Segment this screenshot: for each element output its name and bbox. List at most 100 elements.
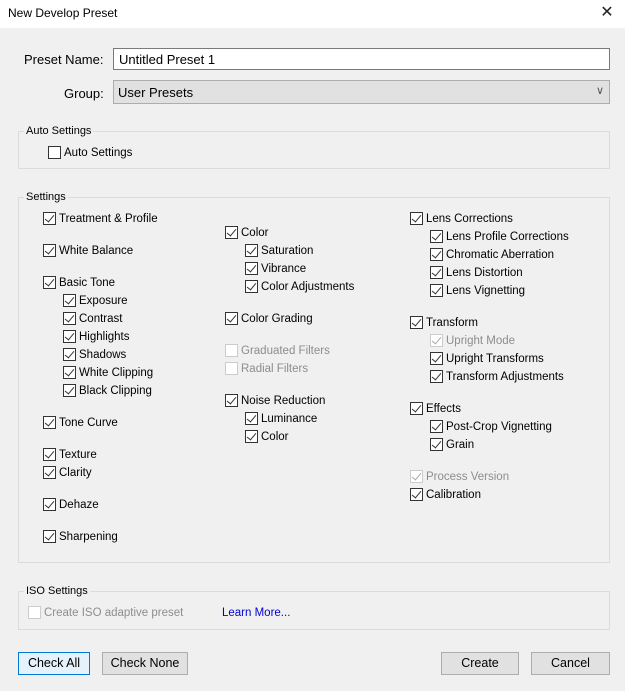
checkbox-box[interactable] bbox=[43, 530, 56, 543]
checkbox-upright-mode[interactable]: Upright Mode bbox=[430, 334, 515, 347]
checkbox-box[interactable] bbox=[63, 384, 76, 397]
checkbox-dehaze[interactable]: Dehaze bbox=[43, 498, 99, 511]
checkbox-shadows[interactable]: Shadows bbox=[63, 348, 126, 361]
checkbox-effects[interactable]: Effects bbox=[410, 402, 461, 415]
checkbox-box[interactable] bbox=[225, 344, 238, 357]
checkbox-box[interactable] bbox=[225, 394, 238, 407]
checkbox-box[interactable] bbox=[430, 248, 443, 261]
checkbox-texture[interactable]: Texture bbox=[43, 448, 97, 461]
checkbox-box[interactable] bbox=[430, 352, 443, 365]
group-select[interactable]: User Presets ∨ bbox=[113, 80, 610, 104]
checkbox-box[interactable] bbox=[43, 466, 56, 479]
checkbox-box[interactable] bbox=[43, 416, 56, 429]
checkbox-box[interactable] bbox=[225, 226, 238, 239]
checkbox-lens-corrections[interactable]: Lens Corrections bbox=[410, 212, 513, 225]
checkbox-label: Treatment & Profile bbox=[59, 212, 158, 225]
checkbox-box[interactable] bbox=[410, 212, 423, 225]
checkbox-box[interactable] bbox=[430, 420, 443, 433]
checkbox-post-crop-vignetting[interactable]: Post-Crop Vignetting bbox=[430, 420, 552, 433]
checkbox-black-clipping[interactable]: Black Clipping bbox=[63, 384, 152, 397]
iso-adaptive-checkbox[interactable]: Create ISO adaptive preset bbox=[28, 606, 183, 619]
checkbox-box[interactable] bbox=[225, 362, 238, 375]
checkbox-label: Transform Adjustments bbox=[446, 370, 564, 383]
checkbox-box[interactable] bbox=[63, 294, 76, 307]
checkbox-lens-vignetting[interactable]: Lens Vignetting bbox=[430, 284, 525, 297]
checkbox-box[interactable] bbox=[430, 438, 443, 451]
checkbox-box[interactable] bbox=[245, 244, 258, 257]
checkbox-box[interactable] bbox=[63, 312, 76, 325]
checkbox-box[interactable] bbox=[430, 284, 443, 297]
checkbox-calibration[interactable]: Calibration bbox=[410, 488, 481, 501]
checkbox-box[interactable] bbox=[63, 348, 76, 361]
checkbox-contrast[interactable]: Contrast bbox=[63, 312, 122, 325]
check-all-button[interactable]: Check All bbox=[18, 652, 90, 675]
cancel-button[interactable]: Cancel bbox=[531, 652, 610, 675]
checkbox-highlights[interactable]: Highlights bbox=[63, 330, 130, 343]
checkbox-box[interactable] bbox=[410, 488, 423, 501]
checkbox-box[interactable] bbox=[43, 244, 56, 257]
checkbox-box[interactable] bbox=[245, 262, 258, 275]
checkbox-clarity[interactable]: Clarity bbox=[43, 466, 92, 479]
check-none-button[interactable]: Check None bbox=[102, 652, 188, 675]
checkbox-label: Chromatic Aberration bbox=[446, 248, 555, 261]
checkbox-white-balance[interactable]: White Balance bbox=[43, 244, 133, 257]
checkbox-lens-profile-corrections[interactable]: Lens Profile Corrections bbox=[430, 230, 569, 243]
checkbox-box[interactable] bbox=[225, 312, 238, 325]
preset-name-input[interactable] bbox=[113, 48, 610, 70]
checkbox-label: Lens Profile Corrections bbox=[446, 230, 569, 243]
checkbox-box[interactable] bbox=[28, 606, 41, 619]
checkbox-graduated-filters[interactable]: Graduated Filters bbox=[225, 344, 330, 357]
checkbox-box[interactable] bbox=[410, 470, 423, 483]
checkbox-label: Lens Distortion bbox=[446, 266, 523, 279]
checkbox-basic-tone[interactable]: Basic Tone bbox=[43, 276, 115, 289]
checkbox-noise-reduction[interactable]: Noise Reduction bbox=[225, 394, 325, 407]
checkbox-color[interactable]: Color bbox=[225, 226, 268, 239]
group-label: Group: bbox=[64, 86, 104, 101]
checkbox-box[interactable] bbox=[63, 330, 76, 343]
checkbox-treatment-profile[interactable]: Treatment & Profile bbox=[43, 212, 158, 225]
checkbox-chromatic-aberration[interactable]: Chromatic Aberration bbox=[430, 248, 554, 261]
group-select-value: User Presets bbox=[118, 85, 194, 100]
checkbox-label: Grain bbox=[446, 438, 475, 451]
auto-settings-checkbox[interactable]: Auto Settings bbox=[48, 146, 132, 159]
checkbox-label: Auto Settings bbox=[64, 146, 133, 159]
checkbox-grain[interactable]: Grain bbox=[430, 438, 474, 451]
checkbox-tone-curve[interactable]: Tone Curve bbox=[43, 416, 118, 429]
preset-name-label: Preset Name: bbox=[24, 52, 104, 67]
checkbox-upright-transforms[interactable]: Upright Transforms bbox=[430, 352, 544, 365]
checkbox-color[interactable]: Color bbox=[245, 430, 288, 443]
checkbox-box[interactable] bbox=[430, 266, 443, 279]
checkbox-box[interactable] bbox=[43, 276, 56, 289]
checkbox-label: Highlights bbox=[79, 330, 130, 343]
checkbox-white-clipping[interactable]: White Clipping bbox=[63, 366, 153, 379]
create-button[interactable]: Create bbox=[441, 652, 519, 675]
checkbox-box[interactable] bbox=[43, 212, 56, 225]
checkbox-box[interactable] bbox=[410, 402, 423, 415]
learn-more-link[interactable]: Learn More... bbox=[222, 607, 290, 619]
checkbox-exposure[interactable]: Exposure bbox=[63, 294, 128, 307]
checkbox-lens-distortion[interactable]: Lens Distortion bbox=[430, 266, 523, 279]
checkbox-color-grading[interactable]: Color Grading bbox=[225, 312, 313, 325]
checkbox-box[interactable] bbox=[48, 146, 61, 159]
checkbox-vibrance[interactable]: Vibrance bbox=[245, 262, 306, 275]
checkbox-box[interactable] bbox=[63, 366, 76, 379]
checkbox-saturation[interactable]: Saturation bbox=[245, 244, 313, 257]
checkbox-color-adjustments[interactable]: Color Adjustments bbox=[245, 280, 354, 293]
checkbox-radial-filters[interactable]: Radial Filters bbox=[225, 362, 308, 375]
checkbox-box[interactable] bbox=[245, 412, 258, 425]
checkbox-box[interactable] bbox=[245, 280, 258, 293]
checkbox-box[interactable] bbox=[410, 316, 423, 329]
checkbox-label: Saturation bbox=[261, 244, 314, 257]
checkbox-box[interactable] bbox=[43, 448, 56, 461]
checkbox-box[interactable] bbox=[430, 334, 443, 347]
checkbox-box[interactable] bbox=[43, 498, 56, 511]
checkbox-transform[interactable]: Transform bbox=[410, 316, 478, 329]
checkbox-process-version[interactable]: Process Version bbox=[410, 470, 509, 483]
checkbox-sharpening[interactable]: Sharpening bbox=[43, 530, 118, 543]
checkbox-box[interactable] bbox=[245, 430, 258, 443]
close-icon[interactable]: ✕ bbox=[595, 2, 619, 24]
checkbox-box[interactable] bbox=[430, 230, 443, 243]
checkbox-box[interactable] bbox=[430, 370, 443, 383]
checkbox-luminance[interactable]: Luminance bbox=[245, 412, 317, 425]
checkbox-transform-adjustments[interactable]: Transform Adjustments bbox=[430, 370, 564, 383]
